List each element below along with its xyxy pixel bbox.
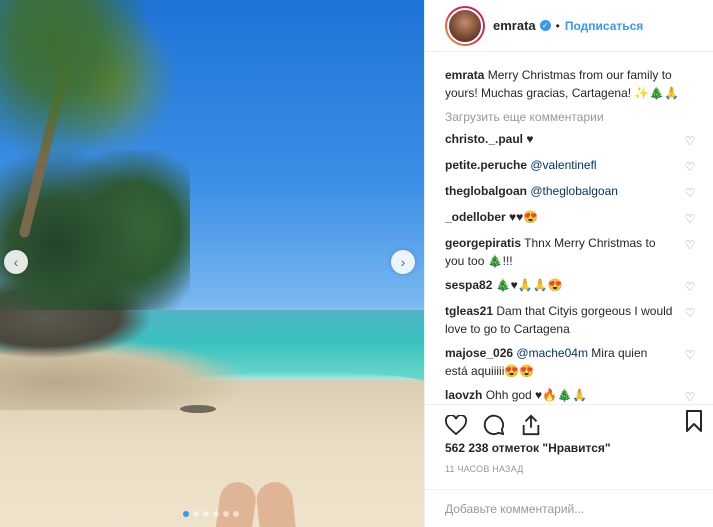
stone (180, 405, 216, 413)
carousel-dot (213, 511, 219, 517)
comment-username[interactable]: theglobalgoan (445, 184, 527, 198)
action-bar: 562 238 отметок "Нравится" 11 ЧАСОВ НАЗА… (425, 404, 713, 474)
comment-body: Ohh god ♥🔥🎄🙏 (485, 388, 588, 402)
comment-text: majose_026 @mache04m Mira quien está aqu… (445, 344, 673, 380)
comment-row: sespa82 🎄♥🙏🙏😍 ♡ (445, 276, 697, 296)
post-photo[interactable]: ‹ › (0, 0, 424, 527)
comment-body: ♥ (526, 132, 534, 146)
comment-icon[interactable] (483, 414, 505, 436)
add-comment-bar (425, 489, 713, 527)
comment-text: christo._.paul ♥ (445, 130, 673, 148)
comment-body: ♥♥😍 (509, 210, 539, 224)
comment-like-heart-icon[interactable]: ♡ (683, 132, 697, 150)
follow-button[interactable]: Подписаться (565, 19, 643, 33)
comment-like-heart-icon[interactable]: ♡ (683, 210, 697, 228)
comment-body: 🎄♥🙏🙏😍 (495, 278, 563, 292)
comment-text: laovzh Ohh god ♥🔥🎄🙏 (445, 386, 673, 404)
carousel-dot (193, 511, 199, 517)
post-side-panel: emrata ✓ • Подписаться emrata Merry Chri… (424, 0, 713, 527)
carousel-dots (183, 511, 239, 517)
carousel-dot (183, 511, 189, 517)
header-username[interactable]: emrata (493, 18, 536, 33)
carousel-dot (223, 511, 229, 517)
bookmark-icon[interactable] (685, 409, 703, 433)
comment-row: tgleas21 Dam that Cityis gorgeous I woul… (445, 302, 697, 338)
comment-mention[interactable]: @mache04m (516, 346, 588, 360)
separator-dot: • (555, 18, 560, 33)
comment-username[interactable]: _odellober (445, 210, 506, 224)
carousel-dot (203, 511, 209, 517)
post-timestamp[interactable]: 11 ЧАСОВ НАЗАД (425, 464, 713, 474)
verified-badge-icon: ✓ (539, 20, 551, 31)
comments-list: emrata Merry Christmas from our family t… (445, 66, 697, 404)
carousel-next-button[interactable]: › (391, 250, 415, 274)
comment-like-heart-icon[interactable]: ♡ (683, 184, 697, 202)
comment-text: sespa82 🎄♥🙏🙏😍 (445, 276, 673, 294)
carousel-prev-button[interactable]: ‹ (4, 250, 28, 274)
comment-username[interactable]: majose_026 (445, 346, 513, 360)
comment-like-heart-icon[interactable]: ♡ (683, 388, 697, 404)
comment-like-heart-icon[interactable]: ♡ (683, 236, 697, 254)
comment-text: theglobalgoan @theglobalgoan (445, 182, 673, 200)
chevron-right-icon: › (400, 254, 406, 270)
comment-row: christo._.paul ♥ ♡ (445, 130, 697, 150)
comment-username[interactable]: georgepiratis (445, 236, 521, 250)
comment-row: laovzh Ohh god ♥🔥🎄🙏 ♡ (445, 386, 697, 404)
comment-row: majose_026 @mache04m Mira quien está aqu… (445, 344, 697, 380)
chevron-left-icon: ‹ (13, 254, 19, 270)
comment-like-heart-icon[interactable]: ♡ (683, 346, 697, 364)
add-comment-input[interactable] (445, 501, 685, 516)
comment-text: tgleas21 Dam that Cityis gorgeous I woul… (445, 302, 673, 338)
comment-text: _odellober ♥♥😍 (445, 208, 673, 226)
comment-text: petite.peruche @valentinefl (445, 156, 673, 174)
comment-row: petite.peruche @valentinefl ♡ (445, 156, 697, 176)
caption: emrata Merry Christmas from our family t… (445, 66, 697, 102)
comment-like-heart-icon[interactable]: ♡ (683, 158, 697, 176)
load-more-comments-button[interactable]: Загрузить еще комментарии (445, 110, 697, 124)
comment-username[interactable]: tgleas21 (445, 304, 493, 318)
likes-count[interactable]: 562 238 отметок "Нравится" (425, 441, 713, 455)
palm-leaves (0, 0, 180, 200)
comment-row: _odellober ♥♥😍 ♡ (445, 208, 697, 228)
comment-like-heart-icon[interactable]: ♡ (683, 278, 697, 296)
comment-username[interactable]: laovzh (445, 388, 482, 402)
carousel-dot (233, 511, 239, 517)
comment-mention[interactable]: @valentinefl (530, 158, 596, 172)
post-header: emrata ✓ • Подписаться (425, 0, 713, 52)
comment-username[interactable]: sespa82 (445, 278, 492, 292)
comment-username[interactable]: petite.peruche (445, 158, 527, 172)
share-icon[interactable] (521, 414, 541, 436)
comment-text: georgepiratis Thnx Merry Christmas to yo… (445, 234, 673, 270)
comment-like-heart-icon[interactable]: ♡ (683, 304, 697, 322)
comment-username[interactable]: christo._.paul (445, 132, 523, 146)
comment-row: georgepiratis Thnx Merry Christmas to yo… (445, 234, 697, 270)
caption-username[interactable]: emrata (445, 68, 484, 82)
avatar[interactable] (445, 5, 485, 46)
comment-mention[interactable]: @theglobalgoan (530, 184, 618, 198)
comment-row: theglobalgoan @theglobalgoan ♡ (445, 182, 697, 202)
like-heart-icon[interactable] (445, 415, 467, 435)
